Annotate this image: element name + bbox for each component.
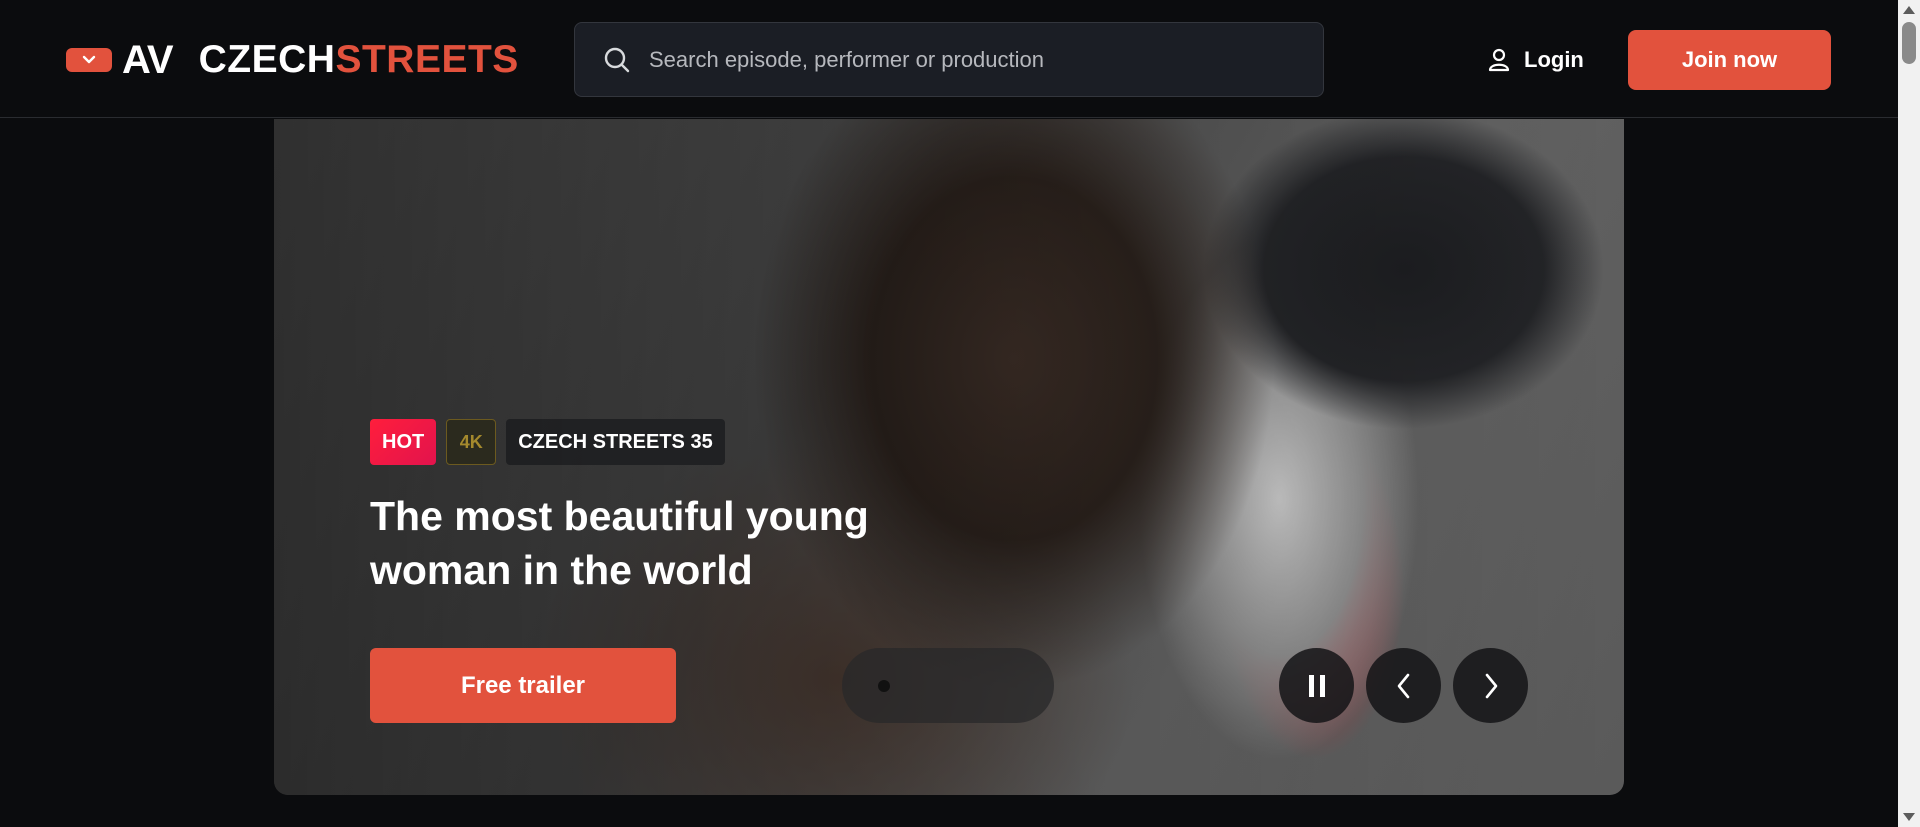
chevron-left-icon (1397, 673, 1409, 698)
scroll-down-arrow-icon[interactable] (1903, 813, 1915, 821)
logo-badge[interactable] (66, 48, 112, 72)
search-icon (604, 47, 630, 72)
logo-av-text: AV (122, 37, 174, 82)
page-scrollbar[interactable] (1898, 0, 1920, 827)
next-slide-button[interactable] (1453, 648, 1528, 723)
hero-title[interactable]: The most beautiful young woman in the wo… (370, 489, 930, 597)
login-link[interactable]: Login (1488, 44, 1584, 76)
series-badge[interactable]: CZECH STREETS 35 (506, 419, 725, 465)
site-logo[interactable]: AV CZECH STREETS (66, 37, 519, 82)
pause-icon (1308, 674, 1325, 697)
scroll-up-arrow-icon[interactable] (1903, 6, 1915, 14)
hero-badges: HOT 4K CZECH STREETS 35 (370, 419, 725, 465)
slide-dot-active[interactable] (878, 680, 890, 692)
free-trailer-button[interactable]: Free trailer (370, 648, 676, 723)
slide-indicator (842, 648, 1054, 723)
chevron-right-icon (1485, 673, 1497, 698)
login-label: Login (1524, 47, 1584, 72)
scroll-thumb[interactable] (1902, 22, 1916, 64)
pause-button[interactable] (1279, 648, 1354, 723)
site-header: AV CZECHSTREETS Login Join now (0, 0, 1898, 118)
hero-banner[interactable]: HOT 4K CZECH STREETS 35 The most beautif… (274, 119, 1624, 795)
logo-brand-streets: STREETS (335, 38, 519, 81)
chevron-down-icon (82, 55, 96, 64)
user-icon (1488, 48, 1510, 72)
hot-badge: HOT (370, 419, 437, 465)
previous-slide-button[interactable] (1366, 648, 1441, 723)
join-now-button[interactable]: Join now (1628, 30, 1831, 90)
4k-badge: 4K (446, 419, 497, 465)
search-bar[interactable] (574, 22, 1324, 97)
search-input[interactable] (647, 45, 1271, 74)
logo-brand-czech: CZECH (198, 38, 336, 81)
